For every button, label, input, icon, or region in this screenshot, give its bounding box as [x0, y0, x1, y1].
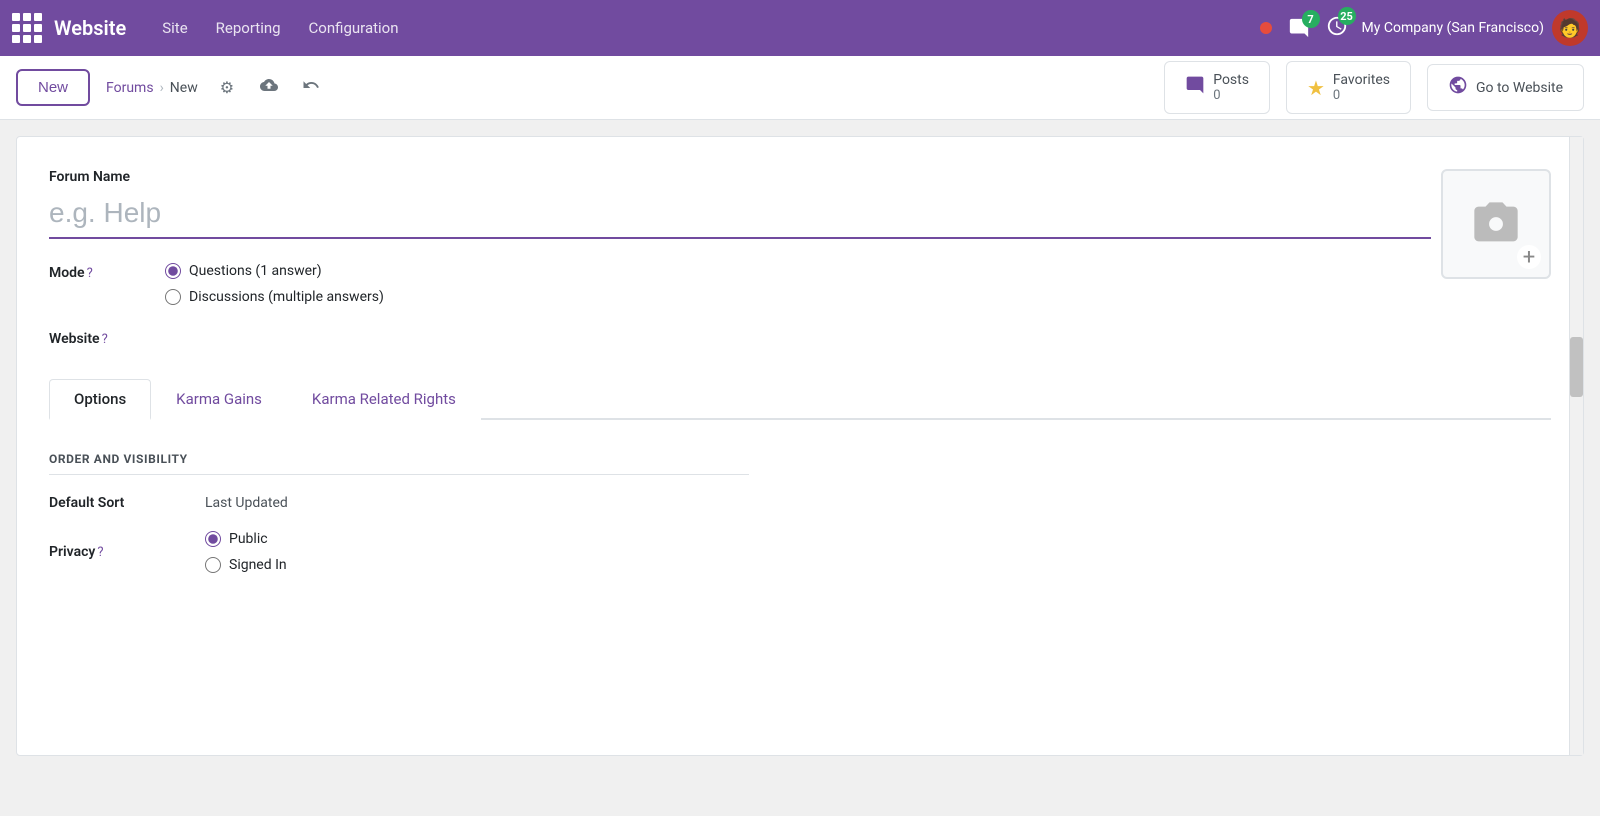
default-sort-value[interactable]: Last Updated	[205, 495, 288, 511]
favorites-label-group: Favorites 0	[1333, 72, 1390, 103]
breadcrumb-separator: ›	[160, 80, 164, 96]
privacy-field: Privacy? Public Signed In	[49, 531, 1551, 573]
mode-discussions-option[interactable]: Discussions (multiple answers)	[165, 289, 384, 305]
mode-field: Mode? Questions (1 answer) Discussions (…	[49, 263, 1551, 305]
mode-discussions-label: Discussions (multiple answers)	[189, 289, 384, 305]
breadcrumb-current: New	[170, 80, 198, 96]
website-help-icon[interactable]: ?	[102, 332, 108, 347]
website-field: Website?	[49, 329, 1551, 347]
scrollbar-track[interactable]	[1569, 137, 1583, 755]
breadcrumb: Forums › New	[106, 80, 198, 96]
privacy-help-icon[interactable]: ?	[97, 545, 103, 560]
user-avatar[interactable]: 🧑	[1552, 10, 1588, 46]
posts-stat-button[interactable]: Posts 0	[1164, 61, 1270, 114]
privacy-signed-in-label: Signed In	[229, 557, 287, 573]
default-sort-label: Default Sort	[49, 495, 189, 511]
main-content: Forum Name + Mode? Questions (1 answer) …	[16, 136, 1584, 756]
privacy-label: Privacy?	[49, 544, 189, 560]
privacy-public-label: Public	[229, 531, 268, 547]
favorites-label: Favorites	[1333, 72, 1390, 88]
posts-label-group: Posts 0	[1213, 72, 1249, 103]
privacy-public-radio[interactable]	[205, 531, 221, 547]
privacy-public-option[interactable]: Public	[205, 531, 287, 547]
nav-configuration[interactable]: Configuration	[297, 13, 411, 43]
forum-name-label: Forum Name	[49, 169, 1551, 185]
goto-website-label: Go to Website	[1476, 80, 1563, 96]
tab-karma-gains[interactable]: Karma Gains	[151, 379, 287, 420]
toolbar: New Forums › New ⚙ Posts 0 ★ Favorites 0…	[0, 56, 1600, 120]
photo-upload-button[interactable]: +	[1441, 169, 1551, 279]
goto-website-button[interactable]: Go to Website	[1427, 64, 1584, 111]
mode-label: Mode?	[49, 263, 149, 281]
upload-icon[interactable]	[256, 72, 282, 103]
mode-questions-radio[interactable]	[165, 263, 181, 279]
company-name[interactable]: My Company (San Francisco) 🧑	[1362, 10, 1588, 46]
activity-count: 25	[1338, 7, 1356, 25]
nav-menu: Site Reporting Configuration	[150, 13, 1259, 43]
breadcrumb-parent[interactable]: Forums	[106, 80, 154, 96]
privacy-signed-in-radio[interactable]	[205, 557, 221, 573]
tab-karma-related-rights[interactable]: Karma Related Rights	[287, 379, 481, 420]
favorites-stat-button[interactable]: ★ Favorites 0	[1286, 61, 1411, 114]
tab-options[interactable]: Options	[49, 379, 151, 420]
privacy-signed-in-option[interactable]: Signed In	[205, 557, 287, 573]
messages-badge[interactable]: 7	[1286, 18, 1312, 38]
settings-icon[interactable]: ⚙	[214, 76, 240, 100]
scrollbar-thumb[interactable]	[1570, 337, 1583, 397]
default-sort-field: Default Sort Last Updated	[49, 495, 1551, 511]
nav-reporting[interactable]: Reporting	[204, 13, 293, 43]
posts-icon	[1185, 75, 1205, 100]
privacy-radio-group: Public Signed In	[205, 531, 287, 573]
globe-icon	[1448, 75, 1468, 100]
mode-questions-label: Questions (1 answer)	[189, 263, 322, 279]
order-visibility-section: ORDER AND VISIBILITY	[49, 452, 749, 475]
nav-site[interactable]: Site	[150, 13, 199, 43]
top-navigation: Website Site Reporting Configuration 7 2…	[0, 0, 1600, 56]
activity-badge[interactable]: 25	[1326, 15, 1348, 41]
posts-count: 0	[1213, 88, 1249, 103]
brand-title[interactable]: Website	[54, 16, 126, 40]
mode-radio-group: Questions (1 answer) Discussions (multip…	[165, 263, 384, 305]
status-indicator	[1260, 22, 1272, 34]
mode-help-icon[interactable]: ?	[87, 266, 93, 281]
apps-menu-icon[interactable]	[12, 13, 42, 43]
website-label: Website?	[49, 329, 149, 347]
add-photo-icon: +	[1517, 245, 1541, 269]
mode-questions-option[interactable]: Questions (1 answer)	[165, 263, 384, 279]
forum-name-field: Forum Name	[49, 169, 1551, 239]
options-tab-content: ORDER AND VISIBILITY Default Sort Last U…	[49, 452, 1551, 573]
posts-label: Posts	[1213, 72, 1249, 88]
messages-count: 7	[1302, 10, 1320, 28]
topnav-right: 7 25 My Company (San Francisco) 🧑	[1260, 10, 1588, 46]
forum-name-input[interactable]	[49, 193, 1431, 239]
mode-discussions-radio[interactable]	[165, 289, 181, 305]
favorites-icon: ★	[1307, 76, 1325, 100]
undo-icon[interactable]	[298, 72, 324, 103]
form-tabs: Options Karma Gains Karma Related Rights	[49, 379, 1551, 420]
new-button[interactable]: New	[16, 69, 90, 106]
camera-icon	[1470, 198, 1522, 250]
favorites-count: 0	[1333, 88, 1390, 103]
